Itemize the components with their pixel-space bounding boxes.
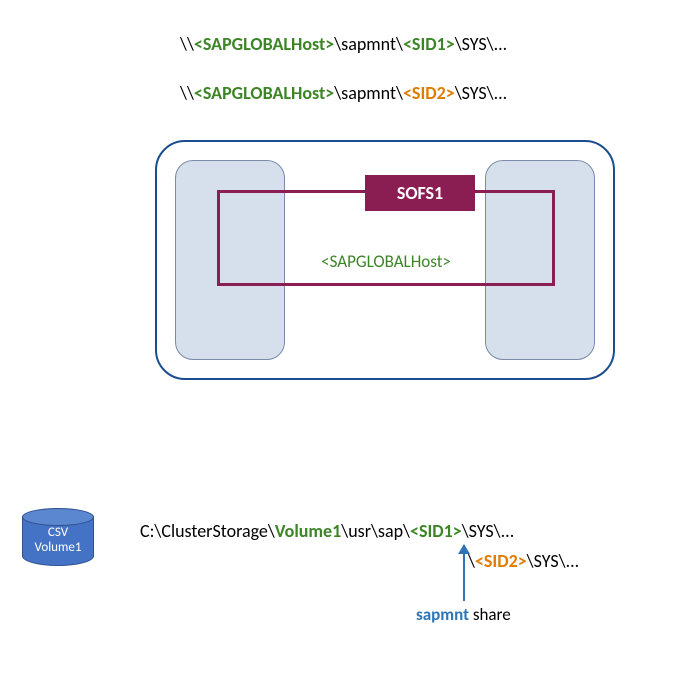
sid1-token: <SID1>: [403, 33, 455, 55]
sid2-token: <SID2>: [403, 82, 455, 104]
sid1-token: <SID1>: [410, 520, 462, 542]
path-seg: \SYS\...: [527, 550, 580, 572]
csv-volume-icon: CSV Volume1: [22, 508, 94, 570]
sapglobalhost-token: <SAPGLOBALHost>: [194, 82, 334, 104]
sapmnt-suffix: share: [469, 604, 511, 625]
csv-line2: Volume1: [35, 540, 82, 555]
cluster-container: SOFS1 <SAPGLOBALHost>: [155, 140, 615, 380]
path-seg: \SYS\...: [462, 520, 515, 542]
sid2-token: <SID2>: [475, 550, 527, 572]
sofs-role: SOFS1 <SAPGLOBALHost>: [217, 190, 555, 286]
unc-paths: \\<SAPGLOBALHost>\sapmnt\<SID1>\SYS\... …: [180, 32, 507, 130]
local-path-sid1: C:\ClusterStorage\Volume1\usr\sap\<SID1>…: [140, 520, 514, 542]
sapglobalhost-label: <SAPGLOBALHost>: [220, 251, 552, 272]
path-seg: \SYS\...: [455, 33, 508, 55]
path-seg: \sapmnt\: [334, 82, 403, 104]
unc-path-sid2: \\<SAPGLOBALHost>\sapmnt\<SID2>\SYS\...: [180, 81, 507, 106]
unc-path-sid1: \\<SAPGLOBALHost>\sapmnt\<SID1>\SYS\...: [180, 32, 507, 57]
cylinder-top: [22, 508, 94, 526]
csv-line1: CSV: [48, 525, 68, 540]
csv-volume-label: CSV Volume1: [22, 526, 94, 556]
volume-token: Volume1: [275, 520, 341, 542]
arrow-up-icon: [463, 545, 465, 601]
path-seg: \\: [180, 82, 194, 104]
sapglobalhost-token: <SAPGLOBALHost>: [194, 33, 334, 55]
path-seg: C:\ClusterStorage\: [140, 520, 275, 542]
sofs-label: SOFS1: [365, 175, 475, 211]
path-seg: \SYS\...: [455, 82, 508, 104]
path-seg: \usr\sap\: [341, 520, 410, 542]
local-path-sid2: \<SID2>\SYS\...: [468, 550, 579, 572]
sapmnt-share-label: sapmnt share: [416, 604, 511, 625]
path-seg: \sapmnt\: [334, 33, 403, 55]
sapmnt-name: sapmnt: [416, 604, 469, 625]
path-seg: \\: [180, 33, 194, 55]
